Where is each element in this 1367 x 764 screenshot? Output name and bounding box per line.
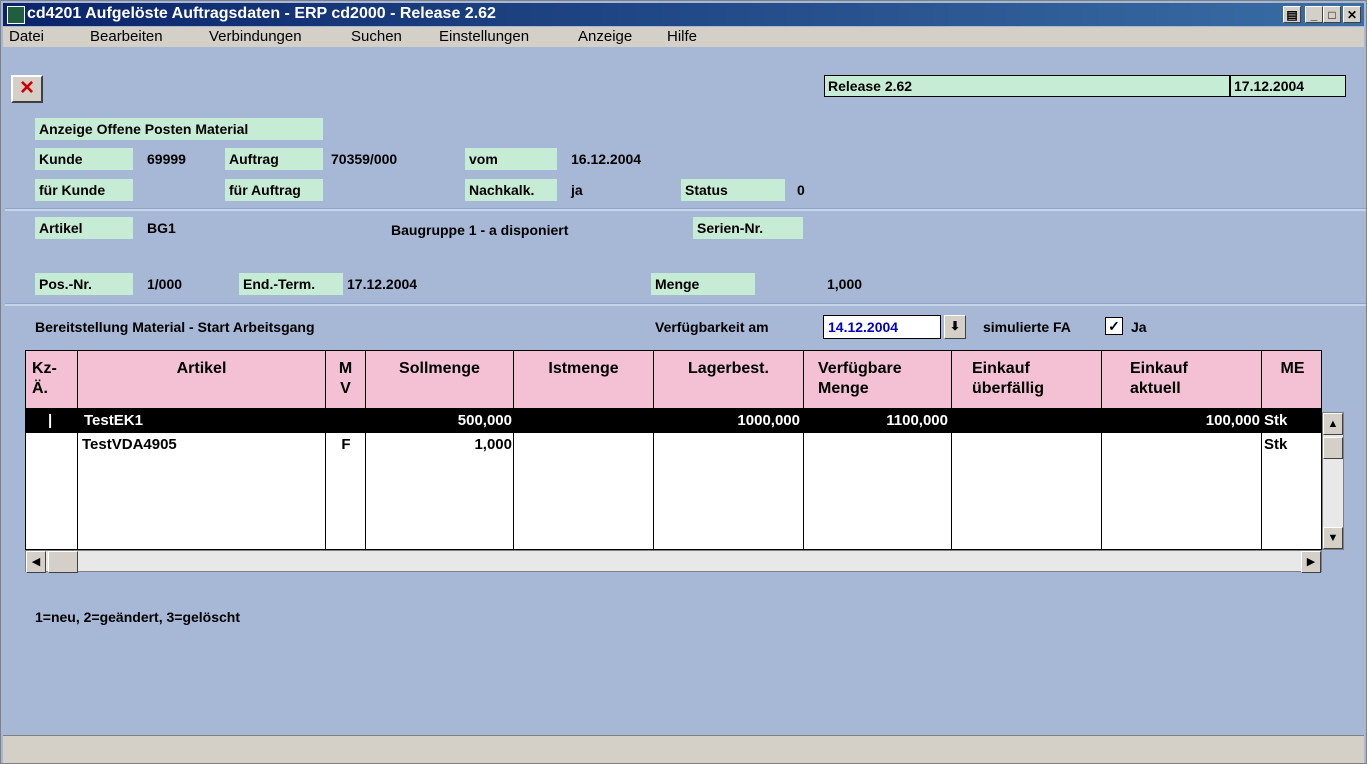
column-header-kz[interactable]: Kz- Ä.	[26, 351, 78, 409]
vom-value: 16.12.2004	[571, 151, 642, 167]
cell-einkauf-ueberfaellig	[952, 433, 1098, 457]
artikel-label: Artikel	[35, 217, 133, 239]
menu-anzeige[interactable]: Anzeige	[578, 28, 632, 45]
cell-lagerbest: 1000,000	[737, 412, 800, 429]
table-row[interactable]: TestVDA4905 F 1,000 Stk	[26, 433, 1321, 457]
table-row[interactable]: | TestEK1 500,000 1000,000 1100,000 100,…	[26, 409, 1321, 433]
cell-lagerbest	[654, 433, 800, 457]
kunde-label: Kunde	[35, 148, 133, 170]
date-dropdown-button[interactable]: ⬇	[944, 315, 966, 339]
column-header-mv[interactable]: M V	[326, 351, 366, 409]
pos-nr-value: 1/000	[147, 276, 183, 292]
cell-istmenge	[514, 433, 652, 457]
auftrag-label: Auftrag	[225, 148, 323, 170]
menu-datei[interactable]: Datei	[9, 28, 44, 45]
close-form-button[interactable]: ×	[11, 75, 43, 103]
end-term-label: End.-Term.	[239, 273, 343, 295]
print-icon[interactable]: ▤	[1283, 6, 1301, 23]
menu-hilfe[interactable]: Hilfe	[667, 28, 697, 45]
cell-artikel: TestEK1	[84, 412, 143, 429]
cell-me: Stk	[1264, 436, 1288, 453]
menu-bearbeiten[interactable]: Bearbeiten	[90, 28, 163, 45]
release-label: Release 2.62	[824, 75, 1230, 97]
ja-label: Ja	[1131, 319, 1147, 335]
scroll-up-button[interactable]: ▲	[1323, 413, 1343, 435]
verfuegbarkeit-label: Verfügbarkeit am	[655, 319, 769, 335]
scroll-down-button[interactable]: ▼	[1323, 527, 1343, 549]
pos-nr-label: Pos.-Nr.	[35, 273, 133, 295]
fuer-kunde-label: für Kunde	[35, 179, 133, 201]
column-header-einkauf-aktuell[interactable]: Einkauf aktuell	[1102, 351, 1262, 409]
kunde-value: 69999	[147, 151, 186, 167]
scroll-thumb[interactable]	[48, 551, 78, 573]
column-header-istmenge[interactable]: Istmenge	[514, 351, 654, 409]
menu-bar: Datei Bearbeiten Verbindungen Suchen Ein…	[3, 27, 1364, 47]
nachkalk-value: ja	[571, 182, 583, 198]
cell-mv: F	[341, 436, 351, 453]
simulierte-fa-checkbox[interactable]: ✓	[1105, 317, 1123, 335]
cell-artikel: TestVDA4905	[82, 436, 177, 453]
minimize-button[interactable]: _	[1305, 6, 1323, 23]
menge-label: Menge	[651, 273, 755, 295]
title-bar: cd4201 Aufgelöste Auftragsdaten - ERP cd…	[3, 3, 1364, 26]
horizontal-scrollbar[interactable]: ◀ ▶	[25, 550, 1322, 573]
scroll-thumb[interactable]	[1323, 437, 1343, 459]
legend-text: 1=neu, 2=geändert, 3=gelöscht	[35, 609, 241, 625]
cell-einkauf-ueberfaellig	[952, 409, 1098, 433]
verfuegbarkeit-date-input[interactable]: 14.12.2004	[823, 315, 941, 339]
maximize-button[interactable]: □	[1323, 6, 1341, 23]
scroll-right-button[interactable]: ▶	[1301, 551, 1321, 573]
column-header-einkauf-ueberfaellig[interactable]: Einkauf überfällig	[952, 351, 1102, 409]
column-header-sollmenge[interactable]: Sollmenge	[366, 351, 514, 409]
vom-label: vom	[465, 148, 557, 170]
app-icon	[7, 6, 25, 24]
column-header-artikel[interactable]: Artikel	[78, 351, 326, 409]
nachkalk-label: Nachkalk.	[465, 179, 557, 201]
cell-me: Stk	[1264, 412, 1288, 429]
cell-einkauf-aktuell	[1102, 433, 1260, 457]
chevron-down-icon: ⬇	[949, 319, 961, 333]
column-header-lagerbest[interactable]: Lagerbest.	[654, 351, 804, 409]
menu-suchen[interactable]: Suchen	[351, 28, 402, 45]
cell-mv	[326, 409, 366, 433]
artikel-value: BG1	[147, 220, 176, 236]
status-label: Status	[681, 179, 785, 201]
column-header-me[interactable]: ME	[1262, 351, 1321, 409]
status-value: 0	[797, 182, 805, 198]
cell-verfuegbare-menge	[804, 433, 948, 457]
cell-kz	[48, 433, 68, 457]
cell-sollmenge: 500,000	[457, 412, 512, 429]
release-date: 17.12.2004	[1230, 75, 1346, 97]
scroll-left-button[interactable]: ◀	[26, 551, 46, 573]
menu-einstellungen[interactable]: Einstellungen	[439, 28, 529, 45]
close-x-icon: ×	[19, 74, 34, 101]
cell-istmenge	[514, 409, 652, 433]
vertical-scrollbar[interactable]: ▲ ▼	[1322, 412, 1344, 550]
material-grid[interactable]: Kz- Ä. Artikel M V Sollmenge Istmenge La…	[25, 350, 1322, 550]
artikel-bezeichnung: Baugruppe 1 - a disponiert	[391, 222, 569, 238]
column-header-verfuegbare-menge[interactable]: Verfügbare Menge	[804, 351, 952, 409]
fuer-auftrag-label: für Auftrag	[225, 179, 323, 201]
simulierte-fa-label: simulierte FA	[983, 319, 1071, 335]
cell-verfuegbare-menge: 1100,000	[886, 412, 948, 429]
auftrag-value: 70359/000	[331, 151, 398, 167]
status-bar	[3, 735, 1364, 763]
divider	[5, 303, 1366, 306]
section-title: Bereitstellung Material - Start Arbeitsg…	[35, 319, 315, 335]
page-title: Anzeige Offene Posten Material	[35, 118, 323, 140]
cell-kz: |	[48, 412, 53, 429]
window-title: cd4201 Aufgelöste Auftragsdaten - ERP cd…	[27, 5, 496, 22]
end-term-value: 17.12.2004	[347, 276, 418, 292]
serien-nr-label: Serien-Nr.	[693, 217, 803, 239]
application-window: cd4201 Aufgelöste Auftragsdaten - ERP cd…	[0, 0, 1367, 764]
menu-verbindungen[interactable]: Verbindungen	[209, 28, 302, 45]
close-window-button[interactable]: ✕	[1343, 6, 1361, 23]
client-area: × Release 2.62 17.12.2004 Anzeige Offene…	[3, 47, 1366, 735]
menge-value: 1,000	[827, 276, 863, 292]
cell-sollmenge: 1,000	[474, 436, 512, 453]
divider	[5, 208, 1366, 211]
cell-einkauf-aktuell: 100,000	[1205, 412, 1260, 429]
